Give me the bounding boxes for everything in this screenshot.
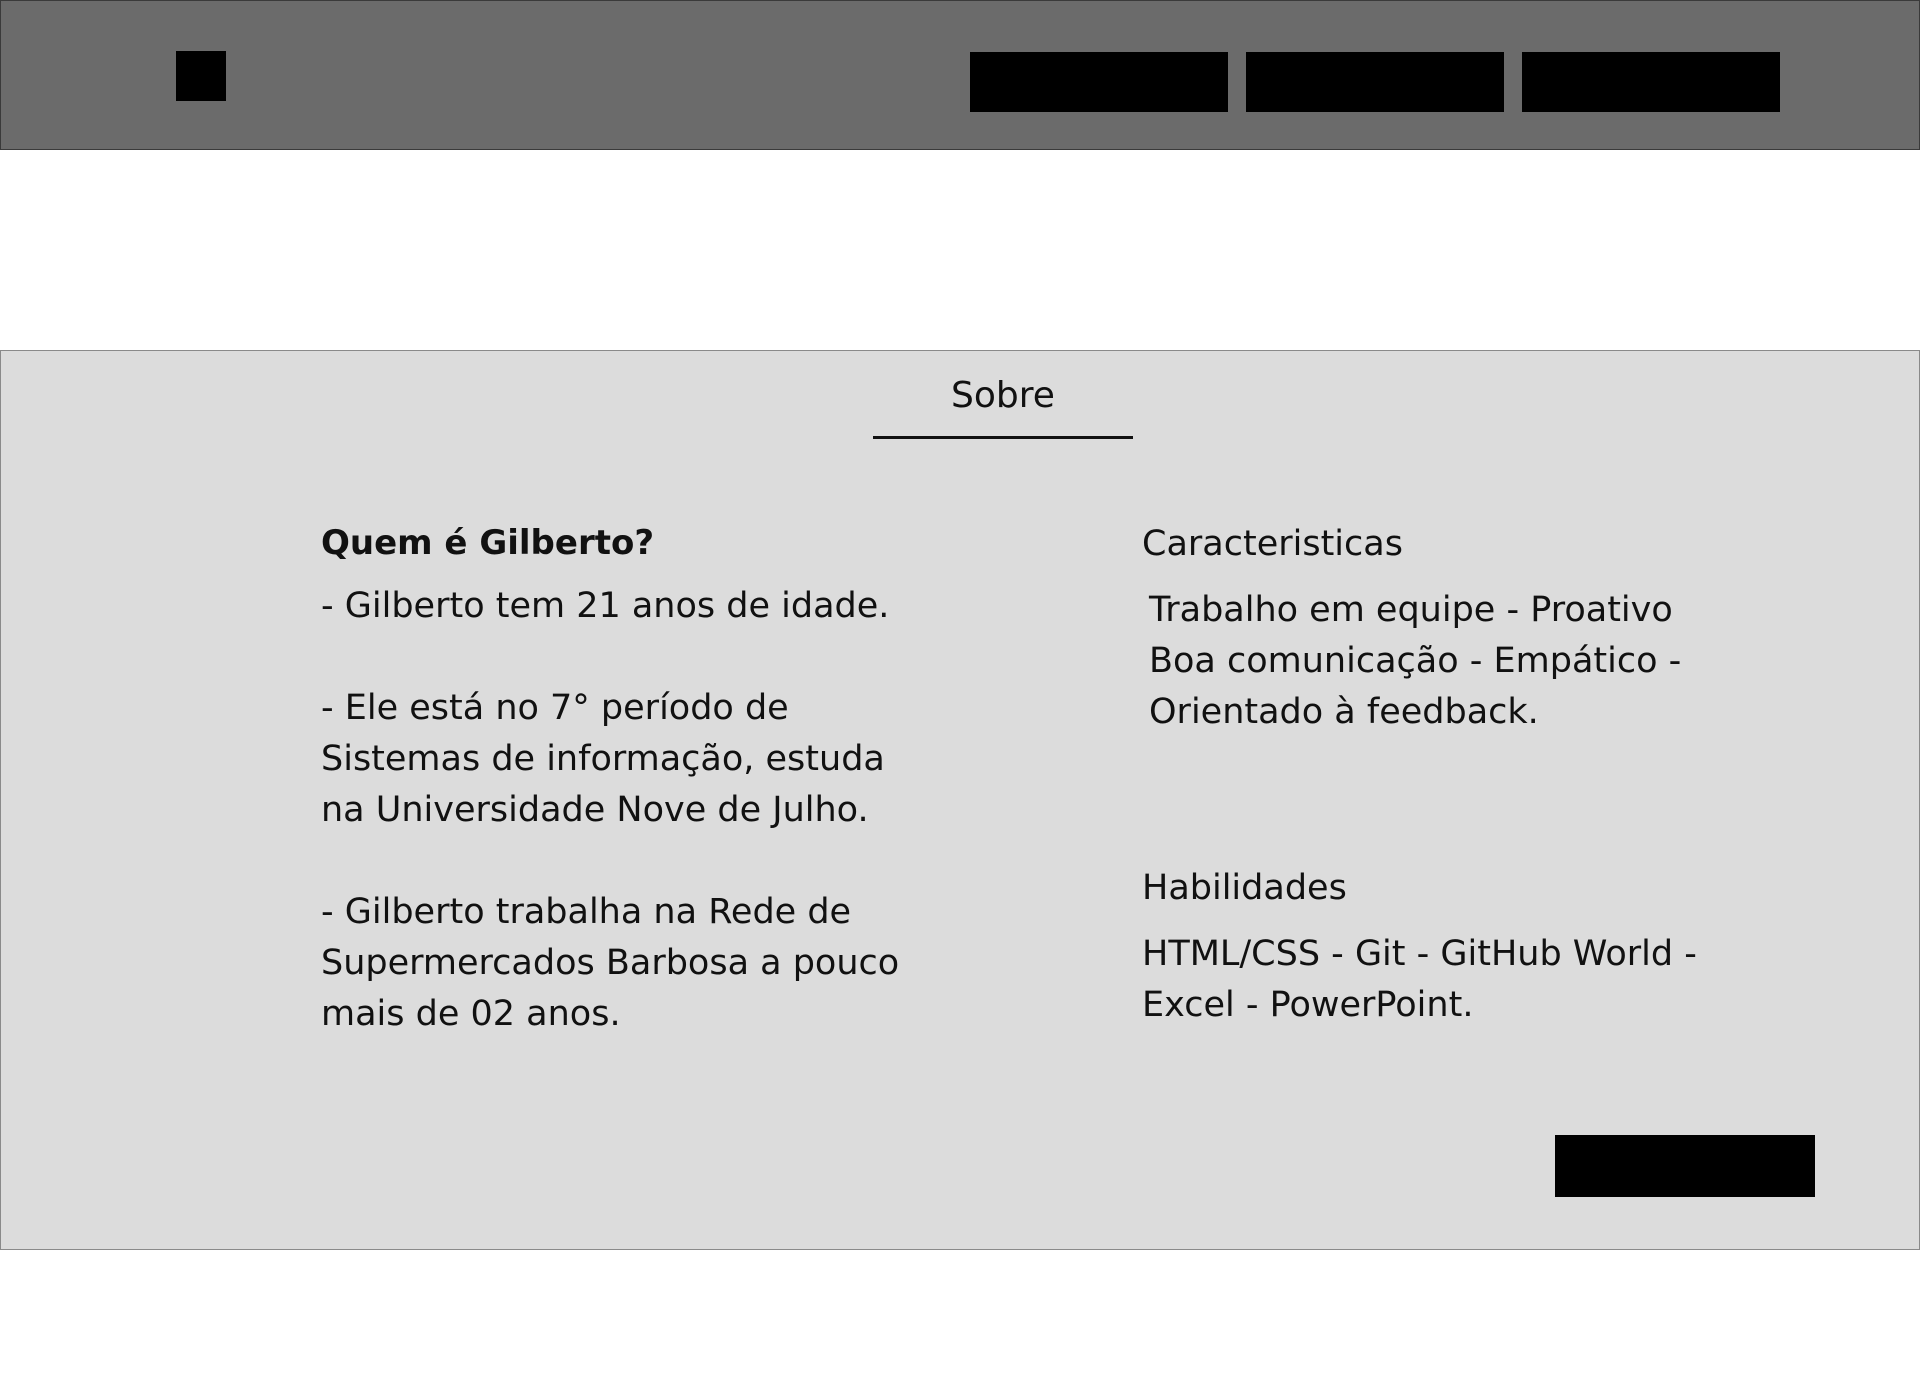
who-heading: Quem é Gilberto?	[321, 523, 655, 563]
nav-button-3[interactable]	[1522, 52, 1780, 112]
traits-text: Trabalho em equipe - Proativo Boa comuni…	[1149, 590, 1682, 732]
skills-heading: Habilidades	[1142, 868, 1347, 908]
nav-button-1[interactable]	[970, 52, 1228, 112]
who-paragraph-education: - Ele está no 7° período de Sistemas de …	[321, 688, 885, 830]
logo[interactable]	[176, 51, 226, 101]
action-button[interactable]	[1555, 1135, 1815, 1197]
traits-heading: Caracteristicas	[1142, 524, 1403, 564]
who-paragraph-work: - Gilberto trabalha na Rede de Supermerc…	[321, 892, 900, 1034]
who-column: Quem é Gilberto? - Gilberto tem 21 anos …	[321, 519, 901, 1091]
skills-block: Habilidades HTML/CSS - Git - GitHub Worl…	[1142, 863, 1742, 1031]
title-underline	[873, 436, 1133, 439]
traits-block: Caracteristicas Trabalho em equipe - Pro…	[1142, 519, 1742, 738]
skills-text: HTML/CSS - Git - GitHub World - Excel - …	[1142, 934, 1697, 1025]
nav-button-2[interactable]	[1246, 52, 1504, 112]
top-header	[0, 0, 1920, 150]
who-paragraph-age: - Gilberto tem 21 anos de idade.	[321, 586, 890, 626]
about-section: Sobre Quem é Gilberto? - Gilberto tem 21…	[0, 350, 1920, 1250]
section-title: Sobre	[951, 375, 1055, 416]
